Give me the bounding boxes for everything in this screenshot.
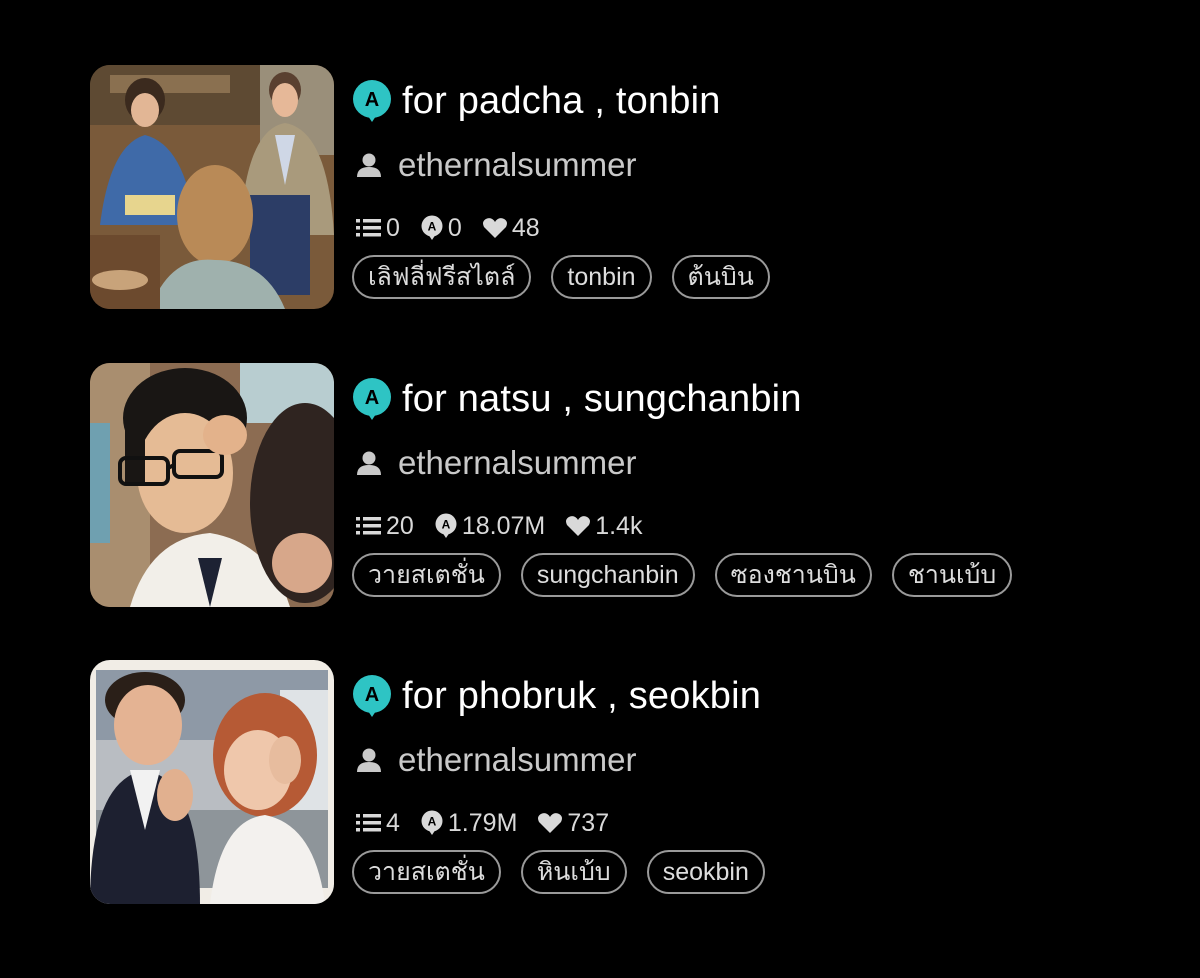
parts-stat: 4 [356,809,400,838]
parts-count: 20 [386,511,414,540]
svg-text:A: A [365,89,379,111]
story-cover-image[interactable] [90,660,334,904]
svg-text:A: A [428,220,437,234]
story-card[interactable]: A for phobruk , seokbin ethernalsummer 4… [90,660,1150,905]
reads-count: 1.79M [447,808,518,837]
a-speech-badge-icon: A [353,80,391,122]
parts-stat: 20 [356,512,414,541]
story-title[interactable]: for phobruk , seokbin [402,675,761,718]
reads-stat: A 0 [420,214,462,243]
story-cover-image[interactable] [90,65,334,309]
reads-badge-icon: A [435,513,457,538]
user-icon [357,748,381,772]
reads-badge-icon: A [421,215,443,240]
reads-count: 18.07M [461,511,546,540]
story-card[interactable]: A for natsu , sungchanbin ethernalsummer [90,363,1150,608]
story-stats: 4 A 1.79M 737 [356,808,629,838]
story-stats: 0 A 0 48 [356,213,560,243]
votes-stat: 1.4k [565,512,642,541]
reads-count: 0 [447,213,462,242]
svg-text:A: A [365,387,379,409]
story-stats: 20 A 18.07M 1.4k [356,511,662,541]
heart-icon [566,516,591,536]
heart-icon [538,813,563,833]
story-tags: วายสเตชั่น หินเบ้บ seokbin [352,850,785,894]
a-speech-badge-icon: A [353,675,391,717]
votes-count: 1.4k [595,511,643,540]
user-icon [357,153,381,177]
svg-text:A: A [365,684,379,706]
cover-illustration [90,660,334,904]
parts-count: 4 [386,808,400,837]
tag-chip[interactable]: seokbin [646,850,765,894]
svg-text:A: A [441,518,450,532]
story-author[interactable]: ethernalsummer [398,741,636,779]
story-tags: เลิฟลี่ฟรีสไตล์ tonbin ต้นบิน [352,255,790,299]
svg-text:A: A [428,815,437,829]
tag-chip[interactable]: ต้นบิน [671,255,770,299]
parts-count: 0 [386,213,400,242]
votes-count: 48 [511,213,540,242]
tag-chip[interactable]: วายสเตชั่น [352,850,501,894]
a-speech-badge-icon: A [353,378,391,420]
user-icon [357,451,381,475]
cover-illustration [90,363,334,607]
story-author[interactable]: ethernalsummer [398,146,636,184]
story-title[interactable]: for padcha , tonbin [402,80,721,123]
votes-count: 737 [567,808,610,837]
tag-chip[interactable]: ชานเบ้บ [891,553,1013,597]
list-icon [356,219,381,237]
tag-chip[interactable]: วายสเตชั่น [352,553,501,597]
heart-icon [482,218,507,238]
parts-stat: 0 [356,214,400,243]
tag-chip[interactable]: sungchanbin [520,553,695,597]
reads-stat: A 18.07M [434,512,545,541]
votes-stat: 737 [537,809,609,838]
reads-badge-icon: A [421,810,443,835]
tag-chip[interactable]: หินเบ้บ [520,850,627,894]
story-cover-image[interactable] [90,363,334,607]
story-card[interactable]: A for padcha , tonbin ethernalsummer 0 A… [90,65,1150,310]
list-icon [356,517,381,535]
votes-stat: 48 [482,214,540,243]
tag-chip[interactable]: ซองชานบิน [714,553,872,597]
tag-chip[interactable]: tonbin [551,255,652,299]
story-tags: วายสเตชั่น sungchanbin ซองชานบิน ชานเบ้บ [352,553,1032,597]
list-icon [356,814,381,832]
story-author[interactable]: ethernalsummer [398,444,636,482]
tag-chip[interactable]: เลิฟลี่ฟรีสไตล์ [352,255,532,299]
cover-illustration [90,65,334,309]
reads-stat: A 1.79M [420,809,517,838]
story-title[interactable]: for natsu , sungchanbin [402,378,802,421]
